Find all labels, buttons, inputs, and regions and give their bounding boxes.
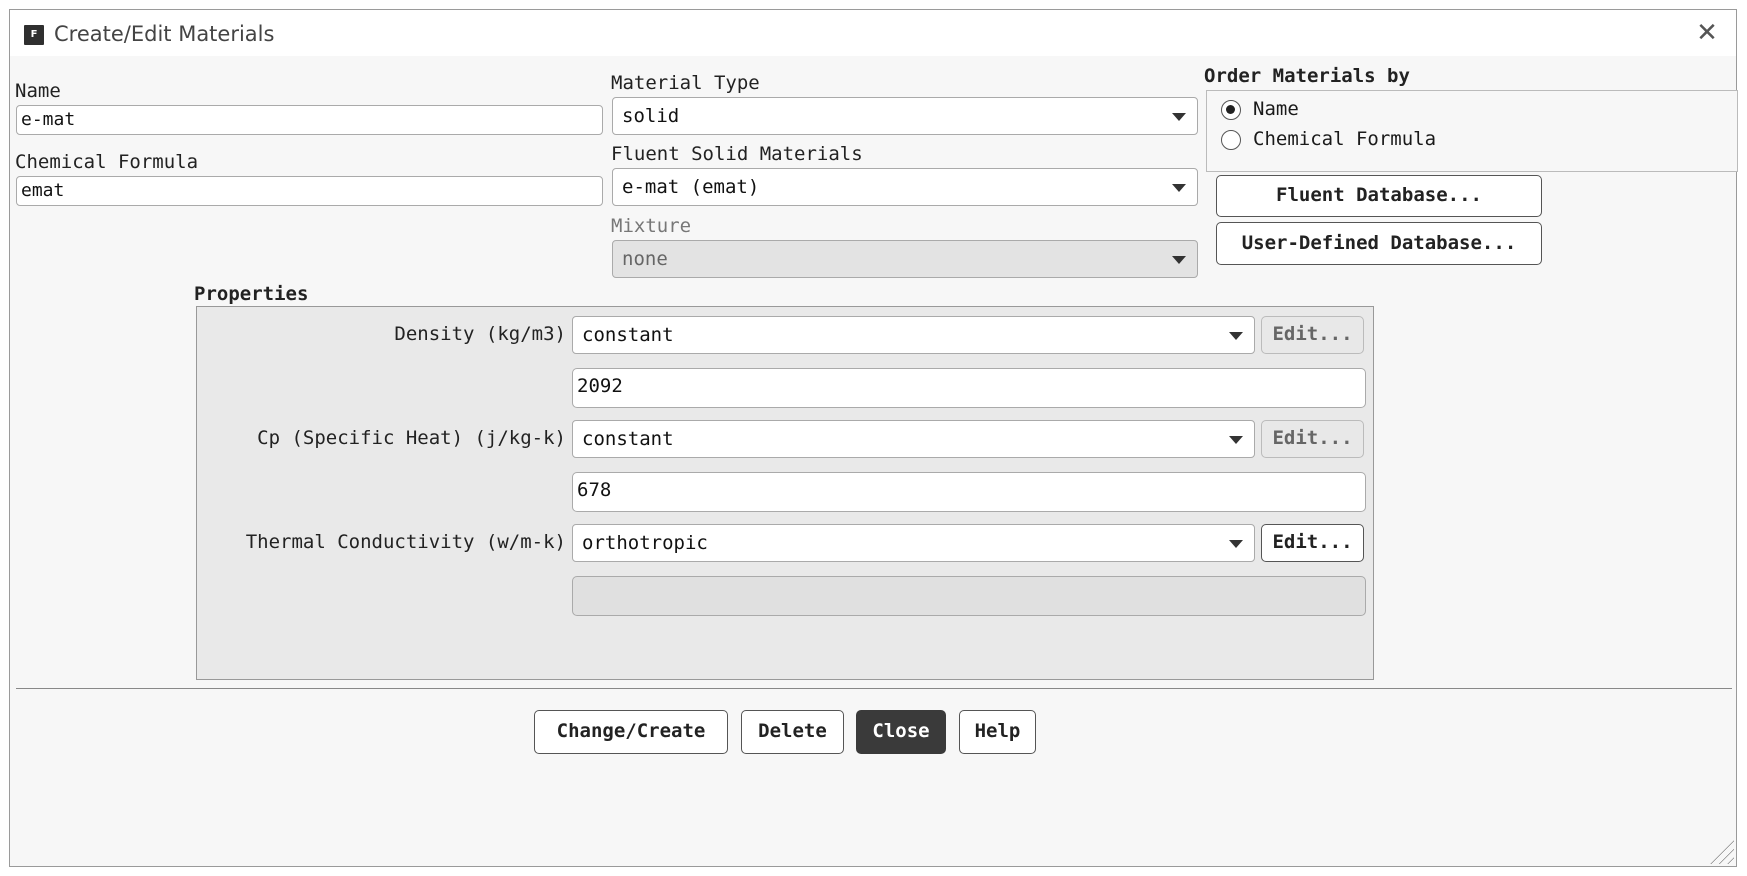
change-create-button[interactable]: Change/Create [534,710,728,754]
chemical-formula-field[interactable]: emat [16,176,603,206]
chevron-down-icon [1172,256,1186,264]
density-label: Density (kg/m3) [394,323,566,345]
cp-method-dropdown[interactable]: constant [572,420,1255,458]
radio-selected-icon[interactable] [1221,100,1241,120]
chevron-down-icon [1229,436,1243,444]
help-button[interactable]: Help [959,710,1036,754]
density-value-field[interactable]: 2092 [572,368,1366,408]
material-type-value: solid [622,105,680,127]
mixture-label: Mixture [611,215,692,237]
footer-divider [16,688,1732,689]
chemical-formula-label: Chemical Formula [15,151,199,173]
order-by-name-label: Name [1253,98,1299,120]
create-edit-materials-dialog: F Create/Edit Materials ✕ Name e-mat Che… [9,9,1738,867]
fluent-solid-materials-dropdown[interactable]: e-mat (emat) [612,168,1198,206]
chevron-down-icon [1172,184,1186,192]
mixture-dropdown: none [612,240,1198,278]
thermal-conductivity-value-field [572,576,1366,616]
user-defined-database-button[interactable]: User-Defined Database... [1216,222,1542,265]
properties-label: Properties [194,283,309,305]
fluent-app-icon: F [24,25,44,45]
order-materials-label: Order Materials by [1204,65,1410,87]
name-field[interactable]: e-mat [16,105,603,135]
radio-unselected-icon[interactable] [1221,130,1241,150]
close-button[interactable]: Close [856,710,946,754]
fluent-database-button[interactable]: Fluent Database... [1216,175,1542,217]
fluent-solid-materials-label: Fluent Solid Materials [611,143,863,165]
cp-method-value: constant [582,428,674,450]
thermal-conductivity-edit-button[interactable]: Edit... [1261,524,1364,562]
material-type-label: Material Type [611,72,760,94]
window-title: Create/Edit Materials [54,22,275,46]
properties-panel: Density (kg/m3) constant Edit... 2092 Cp… [196,306,1374,680]
fluent-solid-materials-value: e-mat (emat) [622,176,760,198]
close-icon[interactable]: ✕ [1694,20,1720,46]
mixture-value: none [622,248,668,270]
resize-grip-icon[interactable] [1710,840,1734,864]
cp-value-field[interactable]: 678 [572,472,1366,512]
thermal-conductivity-method-value: orthotropic [582,532,708,554]
chevron-down-icon [1172,113,1186,121]
density-edit-button: Edit... [1261,316,1364,354]
chevron-down-icon [1229,540,1243,548]
title-bar: F Create/Edit Materials ✕ [10,10,1736,56]
cp-edit-button: Edit... [1261,420,1364,458]
order-by-formula-label: Chemical Formula [1253,128,1437,150]
delete-button[interactable]: Delete [741,710,844,754]
density-method-dropdown[interactable]: constant [572,316,1255,354]
order-materials-group: Name Chemical Formula [1206,90,1738,172]
density-method-value: constant [582,324,674,346]
cp-label: Cp (Specific Heat) (j/kg-k) [257,427,566,449]
thermal-conductivity-label: Thermal Conductivity (w/m-k) [245,531,566,553]
chevron-down-icon [1229,332,1243,340]
name-label: Name [15,80,61,102]
material-type-dropdown[interactable]: solid [612,97,1198,135]
thermal-conductivity-method-dropdown[interactable]: orthotropic [572,524,1255,562]
